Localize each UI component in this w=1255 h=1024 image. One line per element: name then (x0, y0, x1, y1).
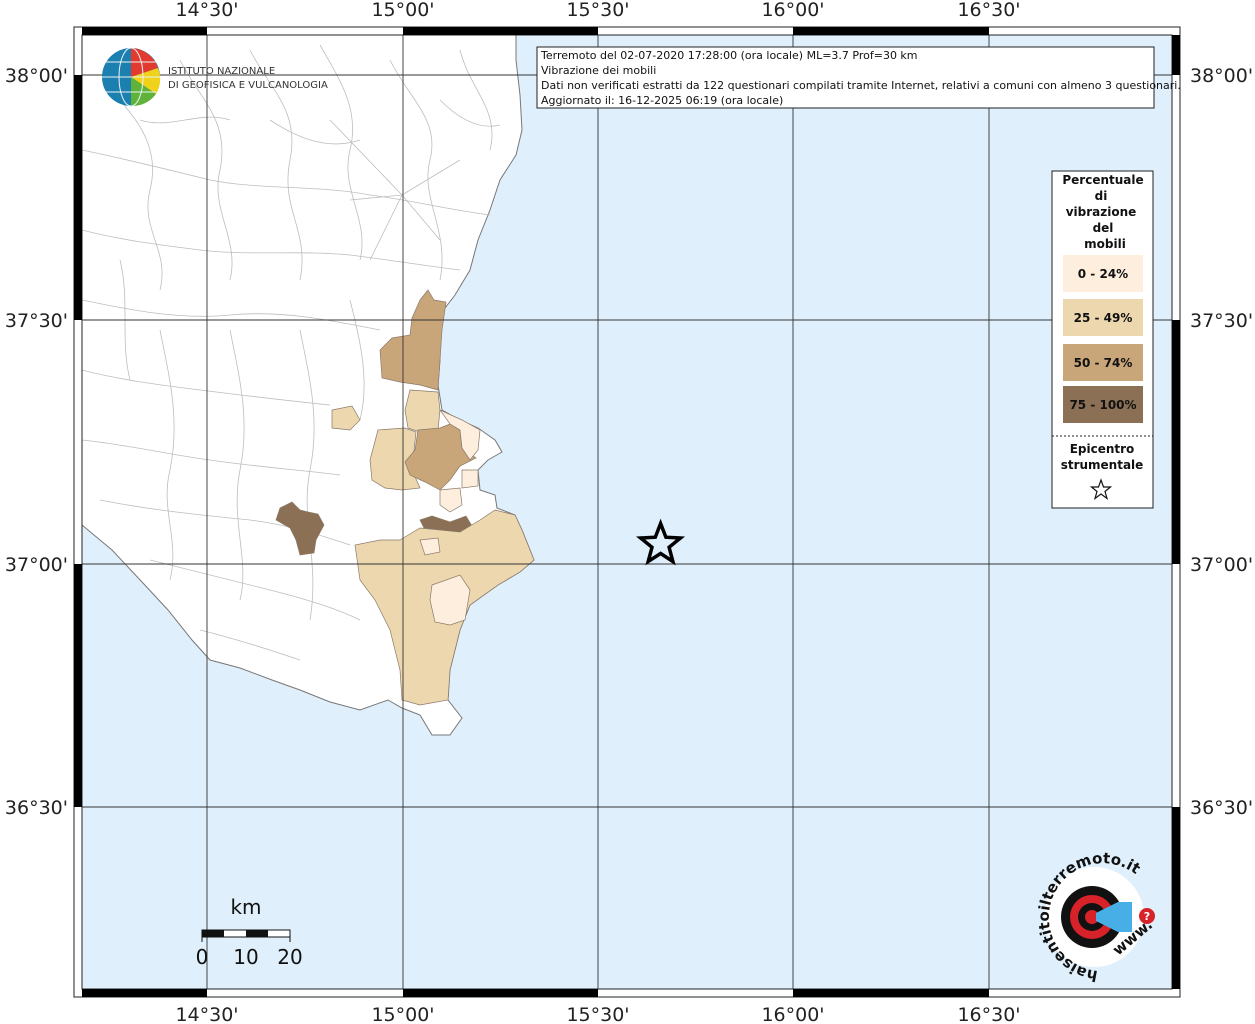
ingv-line2: DI GEOFISICA E VULCANOLOGIA (168, 80, 328, 91)
ingv-line1: ISTITUTO NAZIONALE (168, 66, 275, 77)
lon-label: 15°00' (371, 0, 434, 21)
lat-label: 37°00' (1190, 554, 1253, 576)
legend-class-label: 25 - 49% (1074, 311, 1133, 325)
lon-label: 16°30' (957, 0, 1020, 21)
lat-labels-left: 38°00' 37°30' 37°00' 36°30' (5, 65, 68, 819)
lon-label: 15°30' (566, 1004, 629, 1024)
legend-title-line: di (1095, 189, 1108, 203)
info-box: Terremoto del 02-07-2020 17:28:00 (ora l… (536, 46, 1181, 109)
legend-epicentro-line: Epicentro (1070, 442, 1135, 456)
lon-label: 16°00' (761, 0, 824, 21)
info-line2: Vibrazione dei mobili (541, 64, 656, 77)
info-line3: Dati non verificati estratti da 122 ques… (541, 79, 1181, 92)
legend-epicentro-line: strumentale (1061, 458, 1144, 472)
info-line4: Aggiornato il: 16-12-2025 06:19 (ora loc… (541, 94, 783, 107)
lon-label: 16°00' (761, 1004, 824, 1024)
lat-label: 36°30' (5, 797, 68, 819)
scale-unit: km (230, 895, 261, 919)
legend-title-line: Percentuale (1062, 173, 1143, 187)
scale-label: 0 (196, 945, 209, 969)
lat-label: 38°00' (5, 65, 68, 87)
lon-label: 15°00' (371, 1004, 434, 1024)
legend-class-label: 75 - 100% (1069, 398, 1136, 412)
legend-title-line: vibrazione (1066, 205, 1137, 219)
lon-label: 16°30' (957, 1004, 1020, 1024)
lon-labels-bottom: 14°30' 15°00' 15°30' 16°00' 16°30' (175, 1004, 1020, 1024)
map: 14°30' 15°00' 15°30' 16°00' 16°30' 14°30… (5, 0, 1253, 1024)
legend: Percentuale di vibrazione del mobili 0 -… (1051, 170, 1154, 509)
lat-label: 37°00' (5, 554, 68, 576)
legend-class-label: 50 - 74% (1074, 356, 1133, 370)
lon-label: 15°30' (566, 0, 629, 21)
lat-label: 37°30' (1190, 310, 1253, 332)
scale-label: 10 (233, 945, 258, 969)
lon-label: 14°30' (175, 1004, 238, 1024)
legend-class-label: 0 - 24% (1078, 267, 1128, 281)
lon-labels-top: 14°30' 15°00' 15°30' 16°00' 16°30' (175, 0, 1020, 21)
scale-label: 20 (277, 945, 302, 969)
lon-label: 14°30' (175, 0, 238, 21)
legend-title-line: mobili (1084, 237, 1126, 251)
lat-label: 37°30' (5, 310, 68, 332)
lat-labels-right: 38°00' 37°30' 37°00' 36°30' (1190, 65, 1253, 819)
lat-label: 38°00' (1190, 65, 1253, 87)
info-line1: Terremoto del 02-07-2020 17:28:00 (ora l… (540, 49, 918, 62)
lat-label: 36°30' (1190, 797, 1253, 819)
legend-title-line: del (1093, 221, 1114, 235)
